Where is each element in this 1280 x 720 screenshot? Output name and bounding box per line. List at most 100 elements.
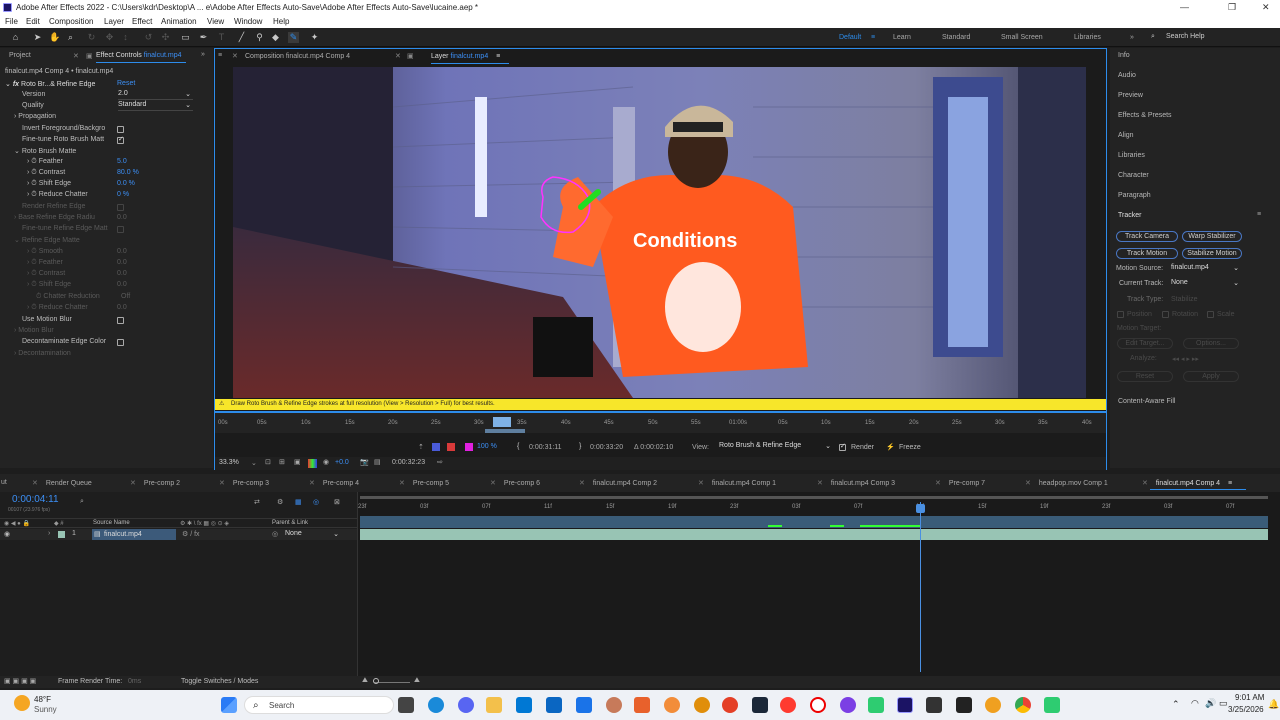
- panel-expand-icon[interactable]: »: [201, 51, 205, 58]
- close-tab-icon[interactable]: ✕: [32, 480, 38, 487]
- close-tab-icon[interactable]: ✕: [395, 52, 401, 60]
- decontaminate-checkbox[interactable]: [117, 339, 124, 346]
- selection-tool-icon[interactable]: ➤: [32, 32, 43, 43]
- video-frame[interactable]: Conditions: [233, 67, 1086, 398]
- graph-editor-icon[interactable]: ⊠: [334, 498, 340, 506]
- app-icon-3[interactable]: [606, 697, 622, 713]
- menu-file[interactable]: File: [5, 17, 18, 26]
- visibility-icon[interactable]: ◉: [4, 530, 10, 538]
- zoom-slider[interactable]: [374, 682, 410, 683]
- steam-icon[interactable]: [752, 697, 768, 713]
- roto-brush-matte-group[interactable]: ⌄ Roto Brush Matte: [14, 147, 76, 158]
- close-tab-icon[interactable]: ✕: [232, 52, 238, 60]
- notification-icon[interactable]: 🔔: [1268, 699, 1279, 710]
- shift-edge-value[interactable]: 0.0 %: [117, 180, 135, 191]
- weather-temp[interactable]: 48°F: [34, 695, 51, 704]
- close-tab-icon[interactable]: ✕: [817, 480, 823, 487]
- app-icon-5[interactable]: [664, 697, 680, 713]
- workspace-menu-icon[interactable]: ≡: [871, 34, 875, 41]
- workspace-default[interactable]: Default: [839, 34, 861, 41]
- viewer-time-ruler[interactable]: 00s 05s 10s 15s 20s 25s 30s 35s 40s 45s …: [215, 411, 1106, 433]
- home-icon[interactable]: ⌂: [10, 32, 21, 43]
- stabilize-motion-button[interactable]: Stabilize Motion: [1182, 248, 1242, 259]
- lock-icon[interactable]: ▣: [407, 52, 414, 60]
- eraser-icon[interactable]: ◆: [270, 32, 281, 43]
- timeline-tab-precomp-7[interactable]: ✕ Pre-comp 7: [935, 479, 985, 487]
- menu-edit[interactable]: Edit: [26, 17, 40, 26]
- timeline-tab-render-queue[interactable]: ✕ Render Queue: [32, 479, 92, 487]
- close-tab-icon[interactable]: ✕: [1142, 480, 1148, 487]
- workspace-small-screen[interactable]: Small Screen: [1001, 34, 1043, 41]
- character-panel[interactable]: Character: [1118, 172, 1149, 179]
- battery-icon[interactable]: ▭: [1219, 698, 1228, 709]
- render-checkbox[interactable]: [839, 442, 846, 451]
- layer-row[interactable]: ◉ › 1 ▤ finalcut.mp4 ⚙ / fx ◎ None ⌄: [0, 529, 357, 540]
- dolly-tool-icon[interactable]: ↕: [120, 32, 131, 43]
- channels-icon[interactable]: [308, 459, 317, 468]
- puppet-tool-icon[interactable]: ✦: [309, 32, 320, 43]
- search-icon[interactable]: ⌕: [80, 498, 84, 506]
- frame-blending-icon[interactable]: ▦: [295, 498, 302, 506]
- reduce-chatter-value[interactable]: 0 %: [117, 191, 129, 202]
- pen-tool-icon[interactable]: ✒: [198, 32, 209, 43]
- draft-3d-icon[interactable]: ⚙: [277, 498, 283, 506]
- zoom-in-icon[interactable]: ⛰: [414, 677, 420, 685]
- track-motion-button[interactable]: Track Motion: [1116, 248, 1178, 259]
- file-explorer-icon[interactable]: [486, 697, 502, 713]
- close-tab-icon[interactable]: ✕: [219, 480, 225, 487]
- maximize-icon[interactable]: ❐: [1228, 2, 1236, 13]
- fg-color-swatch[interactable]: [432, 443, 440, 451]
- audio-panel[interactable]: Audio: [1118, 72, 1136, 79]
- app-icon-7[interactable]: [722, 697, 738, 713]
- timeline-tab-comp-2[interactable]: ✕ finalcut.mp4 Comp 2: [579, 479, 657, 487]
- rotate-tool-icon[interactable]: ↺: [143, 32, 154, 43]
- edge-icon[interactable]: [428, 697, 444, 713]
- menu-animation[interactable]: Animation: [161, 17, 197, 26]
- close-tab-icon[interactable]: ✕: [130, 480, 136, 487]
- freeze-icon[interactable]: ⚡: [886, 443, 895, 451]
- close-tab-icon[interactable]: ✕: [309, 480, 315, 487]
- exposure-value[interactable]: +0.0: [335, 459, 349, 466]
- app-icon-1[interactable]: [546, 697, 562, 713]
- footer-toggle-icons[interactable]: ▣ ▣ ▣ ▣: [4, 677, 36, 685]
- set-in-icon[interactable]: {: [517, 443, 519, 450]
- close-tab-icon[interactable]: ✕: [399, 480, 405, 487]
- propagation-group[interactable]: › Propagation: [14, 113, 56, 124]
- time-start[interactable]: 0:00:31:11: [529, 444, 562, 451]
- position-checkbox[interactable]: [1117, 311, 1124, 318]
- pin-icon[interactable]: ⇡: [418, 443, 424, 451]
- menu-help[interactable]: Help: [273, 17, 289, 26]
- panel-menu-icon[interactable]: ≡: [218, 52, 222, 59]
- overlay-color-swatch[interactable]: [465, 443, 473, 451]
- clock-time[interactable]: 9:01 AM: [1235, 693, 1264, 702]
- timeline-tab-precomp-4[interactable]: ✕ Pre-comp 4: [309, 479, 359, 487]
- timeline-tab-comp-4[interactable]: ✕ finalcut.mp4 Comp 4 ≡: [1142, 479, 1232, 487]
- tab-project[interactable]: Project: [9, 52, 31, 66]
- panel-menu-icon[interactable]: ≡: [1257, 211, 1261, 218]
- app-icon-6[interactable]: [694, 697, 710, 713]
- brush-tool-icon[interactable]: ╱: [236, 32, 247, 43]
- edit-target-button[interactable]: Edit Target...: [1117, 338, 1173, 349]
- app-icon-10[interactable]: [868, 697, 884, 713]
- motion-source-dropdown[interactable]: finalcut.mp4 ⌄: [1171, 264, 1241, 274]
- app-icon-8[interactable]: [780, 697, 796, 713]
- app-icon-4[interactable]: [634, 697, 650, 713]
- tab-menu-icon[interactable]: ≡: [1228, 480, 1232, 487]
- clone-stamp-icon[interactable]: ⚲: [254, 32, 265, 43]
- pan-tool-icon[interactable]: ✥: [104, 32, 115, 43]
- zoom-slider-thumb[interactable]: [373, 678, 379, 684]
- analyze-back-icon[interactable]: ◂◂ ◂ ▸ ▸▸: [1172, 355, 1199, 363]
- close-icon[interactable]: ✕: [1262, 2, 1270, 13]
- menu-window[interactable]: Window: [234, 17, 262, 26]
- paragraph-panel[interactable]: Paragraph: [1118, 192, 1151, 199]
- parent-dropdown[interactable]: None ⌄: [285, 530, 341, 540]
- timeline-tab-ut[interactable]: ut: [1, 479, 7, 486]
- view-dropdown[interactable]: Roto Brush & Refine Edge ⌄: [719, 442, 833, 452]
- store-icon[interactable]: [516, 697, 532, 713]
- info-panel[interactable]: Info: [1118, 52, 1130, 59]
- toggle-switches-modes[interactable]: Toggle Switches / Modes: [181, 678, 258, 685]
- windows-start-icon[interactable]: [221, 697, 237, 713]
- app-icon-13[interactable]: [1044, 697, 1060, 713]
- current-time[interactable]: 0:00:32:23: [392, 459, 425, 466]
- snapshot-icon[interactable]: 📷: [360, 458, 369, 466]
